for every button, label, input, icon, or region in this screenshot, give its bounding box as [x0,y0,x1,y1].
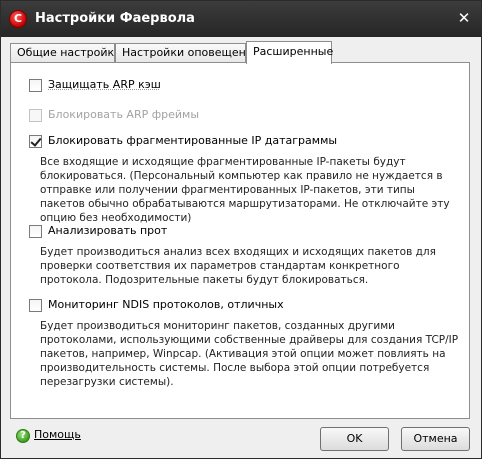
ok-button[interactable]: OK [320,427,389,451]
app-icon-letter: C [13,12,23,25]
option-description: Будет производиться анализ всех входящих… [40,246,436,286]
tab-general-settings[interactable]: Общие настройки [10,43,121,63]
firewall-settings-dialog: C Настройки Фаервола ✕ Общие настройки Н… [0,0,482,459]
option-description: Будет производиться мониторинг пакетов, … [40,320,459,388]
option-label[interactable]: Анализировать прот [48,224,167,237]
checkbox-monitor-ndis[interactable] [29,299,42,312]
help-icon[interactable]: ? [16,429,30,443]
tab-advanced[interactable]: Расширенные [246,41,333,64]
tab-notification-settings[interactable]: Настройки оповещений [115,43,260,63]
option-label: Блокировать ARP фреймы [48,108,200,121]
help-link[interactable]: Помощь [34,428,81,441]
window-title: Настройки Фаервола [35,11,195,26]
checkbox-protect-arp-cache[interactable] [29,79,42,92]
close-icon[interactable]: ✕ [455,9,473,27]
option-label[interactable]: Защищать ARP кэш [48,78,161,91]
option-label[interactable]: Блокировать фрагментированные IP датагра… [48,134,337,147]
title-bar[interactable]: C Настройки Фаервола ✕ [1,1,481,37]
checkbox-block-arp-frames [29,109,42,122]
checkbox-block-fragmented-ip[interactable] [29,135,42,148]
comodo-logo-icon: C [9,10,27,28]
option-description: Все входящие и исходящие фрагментированн… [40,156,450,224]
cancel-button[interactable]: Отмена [401,427,470,451]
advanced-settings-panel: Защищать ARP кэш Блокировать ARP фреймы … [10,62,470,419]
checkbox-analyze-protocol[interactable] [29,225,42,238]
option-label[interactable]: Мониторинг NDIS протоколов, отличных [48,298,284,311]
